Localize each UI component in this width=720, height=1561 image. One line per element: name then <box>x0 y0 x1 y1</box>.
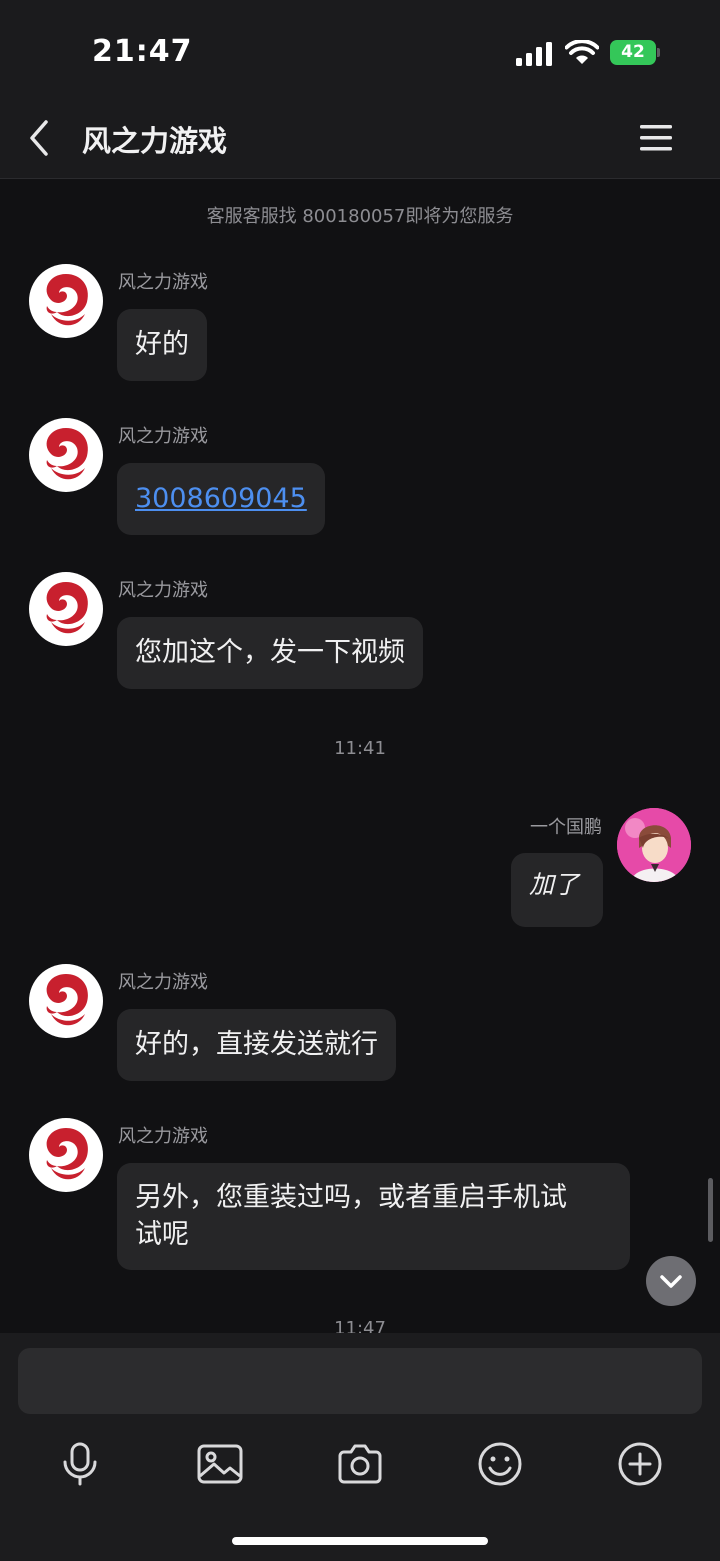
avatar[interactable] <box>29 264 103 338</box>
company-logo-icon <box>46 974 88 1026</box>
avatar[interactable] <box>29 418 103 492</box>
sender-name: 风之力游戏 <box>118 426 208 447</box>
message-bubble[interactable]: 好的 <box>117 309 207 381</box>
user-avatar[interactable] <box>617 808 691 882</box>
avatar[interactable] <box>29 964 103 1038</box>
camera-icon[interactable] <box>336 1440 384 1488</box>
sender-name: 风之力游戏 <box>118 272 208 293</box>
message-text-line: 另外，您重装过吗，或者重启手机试 <box>135 1182 567 1213</box>
company-logo-icon <box>46 1128 88 1180</box>
wifi-icon <box>565 40 599 64</box>
cellular-signal-icon <box>516 42 552 66</box>
message-input[interactable] <box>18 1348 702 1414</box>
scrollbar[interactable] <box>708 1178 713 1242</box>
chat-title: 风之力游戏 <box>82 124 228 158</box>
avatar[interactable] <box>29 572 103 646</box>
message-bubble[interactable]: 好的，直接发送就行 <box>117 1009 396 1081</box>
image-icon[interactable] <box>196 1440 244 1488</box>
message-bubble[interactable]: 您加这个，发一下视频 <box>117 617 423 689</box>
plus-icon[interactable] <box>616 1440 664 1488</box>
home-indicator[interactable] <box>232 1537 488 1545</box>
chevron-down-icon <box>660 1275 682 1288</box>
timestamp: 11:41 <box>334 738 386 759</box>
scroll-to-bottom-button[interactable] <box>646 1256 696 1306</box>
phone-number-link[interactable]: 3008609045 <box>135 483 307 514</box>
battery-indicator: 42 <box>610 40 656 65</box>
battery-tip <box>657 48 660 57</box>
message-bubble[interactable]: 加了 <box>511 853 603 927</box>
message-bubble[interactable]: 另外，您重装过吗，或者重启手机试 试呢 <box>117 1163 630 1270</box>
avatar[interactable] <box>29 1118 103 1192</box>
microphone-icon[interactable] <box>56 1440 104 1488</box>
company-logo-icon <box>46 428 88 480</box>
company-logo-icon <box>46 582 88 634</box>
emoji-icon[interactable] <box>476 1440 524 1488</box>
company-logo-icon <box>46 274 88 326</box>
hamburger-menu-icon[interactable] <box>638 122 674 154</box>
service-notice: 客服客服找 800180057即将为您服务 <box>206 206 514 227</box>
message-bubble[interactable]: 3008609045 <box>117 463 325 535</box>
message-text-line: 试呢 <box>135 1219 189 1250</box>
sender-name: 一个国鹏 <box>530 817 602 838</box>
user-portrait-icon <box>617 808 691 882</box>
sender-name: 风之力游戏 <box>118 1126 208 1147</box>
sender-name: 风之力游戏 <box>118 972 208 993</box>
sender-name: 风之力游戏 <box>118 580 208 601</box>
back-chevron-icon[interactable] <box>24 118 56 158</box>
status-time: 21:47 <box>92 34 193 69</box>
